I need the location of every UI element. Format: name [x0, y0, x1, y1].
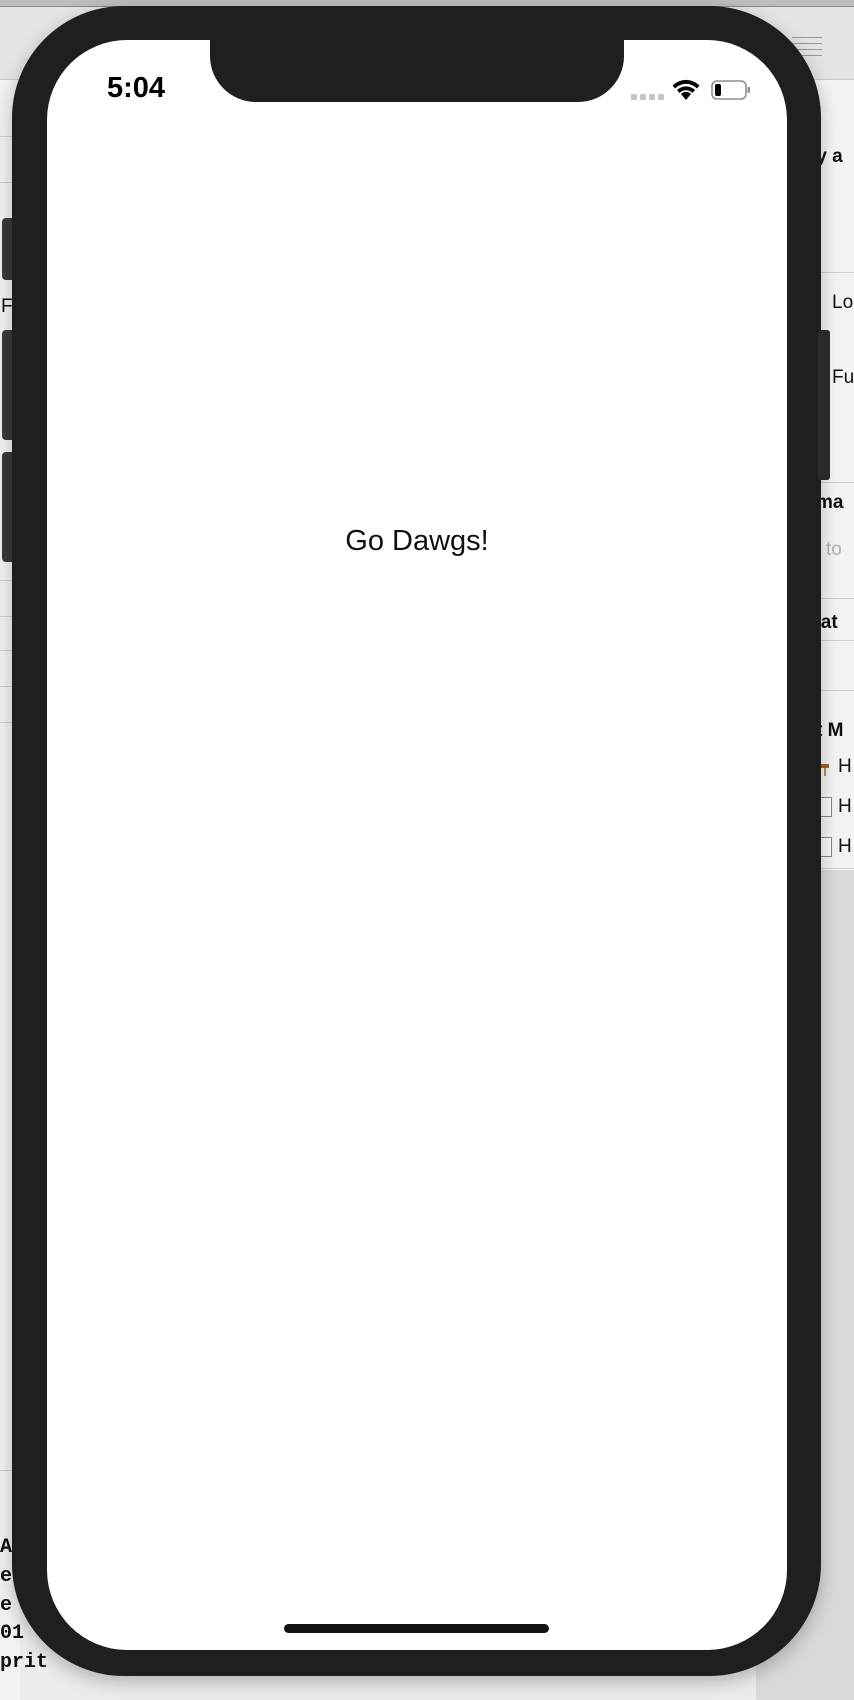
wifi-icon — [672, 79, 700, 100]
console-line: 01 — [0, 1622, 25, 1645]
side-button[interactable] — [818, 330, 830, 480]
go-dawgs-label: Go Dawgs! — [345, 525, 489, 557]
console-line: e — [0, 1594, 13, 1617]
member-item[interactable]: H — [838, 756, 852, 778]
notch — [210, 40, 624, 102]
signal-dots-icon — [631, 92, 667, 100]
inspector-field: Lo — [832, 292, 854, 313]
iphone-simulator-frame: 5:04 Go Dawgs! — [12, 6, 830, 1676]
console-line: e — [0, 1565, 13, 1588]
inspector-placeholder[interactable]: to — [826, 539, 842, 561]
console-line: prit — [0, 1651, 49, 1674]
inspector-field: Fu — [832, 367, 854, 388]
simulator-screen[interactable]: 5:04 Go Dawgs! — [47, 40, 787, 1650]
battery-low-icon — [711, 80, 750, 100]
status-time: 5:04 — [107, 72, 166, 104]
home-indicator[interactable] — [284, 1624, 549, 1633]
member-item[interactable]: H — [838, 836, 852, 858]
console-line: A — [0, 1536, 13, 1559]
member-item[interactable]: H — [838, 796, 852, 818]
left-panel-fragment: F — [1, 296, 13, 317]
